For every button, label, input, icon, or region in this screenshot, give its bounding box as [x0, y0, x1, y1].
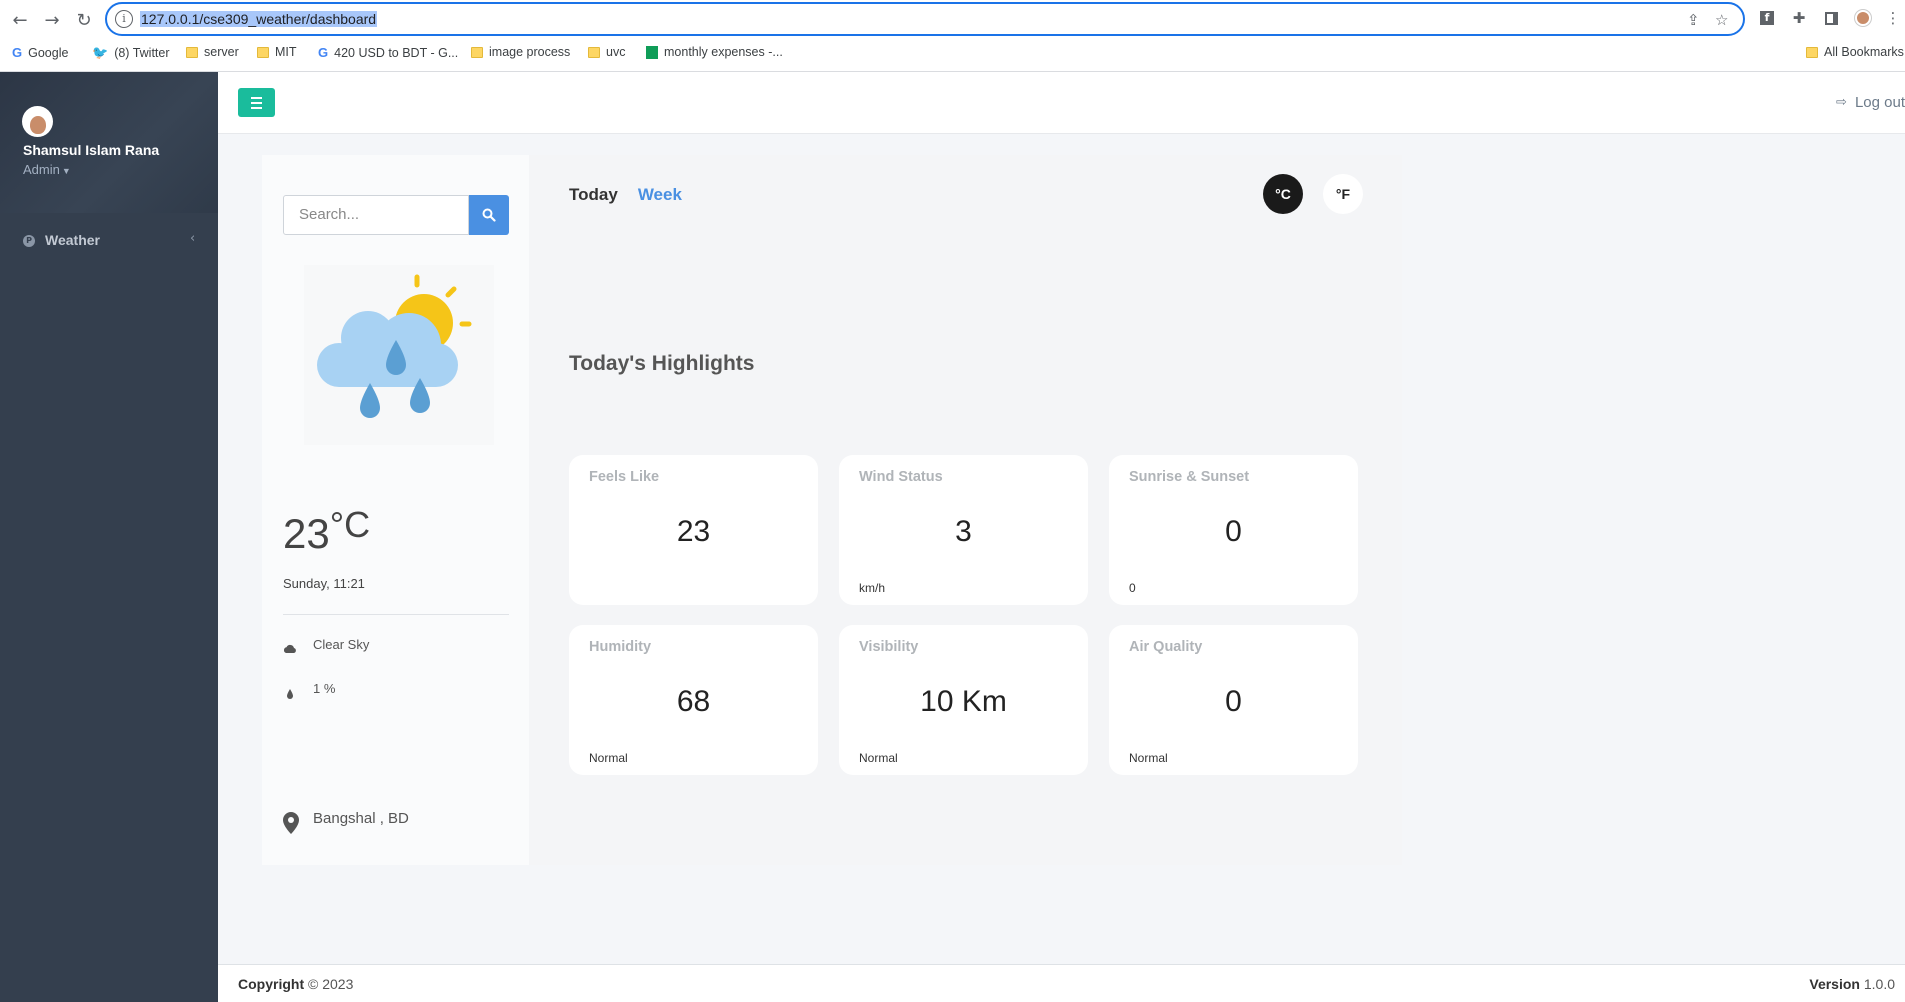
footer: Copyright © 2023 Version 1.0.0	[218, 964, 1905, 1002]
bookmark-twitter[interactable]: 🐦 (8) Twitter	[92, 45, 170, 61]
folder-icon	[471, 46, 483, 58]
side-panel-icon[interactable]	[1822, 9, 1840, 27]
share-icon[interactable]: ⇪	[1687, 11, 1700, 29]
bookmark-uvc[interactable]: uvc	[588, 45, 625, 59]
top-navbar: ⇨ Log out	[218, 72, 1905, 134]
bookmark-image-process[interactable]: image process	[471, 45, 570, 59]
facebook-extension-icon[interactable]: f	[1758, 9, 1776, 27]
back-arrow-icon[interactable]: ←	[8, 8, 32, 32]
bookmark-usd-bdt[interactable]: G 420 USD to BDT - G...	[318, 45, 458, 60]
current-temperature: 23°C	[283, 504, 371, 557]
divider	[283, 614, 509, 615]
folder-icon	[588, 46, 600, 58]
user-panel: Shamsul Islam Rana Admin ▼	[0, 72, 218, 213]
forecast-tabs: Today Week	[569, 185, 682, 205]
tab-week[interactable]: Week	[638, 185, 682, 205]
version: Version 1.0.0	[1809, 976, 1895, 992]
search-button[interactable]	[469, 195, 509, 235]
search-input[interactable]: Search...	[283, 195, 469, 235]
current-weather-panel: Search... 23°C Sunday, 11:21 Clear Sky 1…	[262, 155, 529, 865]
p-circle-icon: P	[23, 235, 35, 247]
bookmark-star-icon[interactable]: ☆	[1715, 11, 1728, 29]
highlights-title: Today's Highlights	[569, 352, 755, 375]
tab-today[interactable]: Today	[569, 185, 618, 205]
google-icon: G	[12, 45, 23, 60]
map-pin-icon	[283, 812, 299, 834]
folder-icon	[1806, 46, 1818, 58]
extensions-puzzle-icon[interactable]: ✚	[1790, 9, 1808, 27]
bookmark-google[interactable]: G Google	[12, 45, 68, 60]
copyright: Copyright © 2023	[238, 976, 354, 992]
raindrop-icon	[287, 689, 293, 699]
bookmark-server[interactable]: server	[186, 45, 239, 59]
highlight-card-air-quality: Air Quality 0 Normal	[1109, 625, 1358, 775]
sidebar: Shamsul Islam Rana Admin ▼ P Weather ‹	[0, 72, 218, 1002]
twitter-icon: 🐦	[92, 45, 109, 60]
highlight-card-humidity: Humidity 68 Normal	[569, 625, 818, 775]
sidebar-item-weather[interactable]: P Weather ‹	[0, 226, 218, 256]
sidebar-item-label: Weather	[45, 232, 100, 248]
bookmark-mit[interactable]: MIT	[257, 45, 297, 59]
address-bar[interactable]: i 127.0.0.1/cse309_weather/dashboard ⇪ ☆	[105, 2, 1745, 36]
chevron-left-icon: ‹	[190, 231, 196, 246]
google-icon: G	[318, 45, 329, 60]
cloud-icon	[283, 644, 296, 653]
fahrenheit-button[interactable]: °F	[1323, 174, 1363, 214]
highlight-card-wind-status: Wind Status 3 km/h	[839, 455, 1088, 605]
site-info-icon[interactable]: i	[115, 10, 133, 28]
highlight-card-feels-like: Feels Like 23	[569, 455, 818, 605]
menu-toggle-button[interactable]	[238, 88, 275, 117]
avatar[interactable]	[22, 106, 53, 137]
highlight-card-visibility: Visibility 10 Km Normal	[839, 625, 1088, 775]
rain-cloud-sun-icon	[304, 265, 494, 445]
reload-icon[interactable]: ↻	[72, 8, 96, 32]
user-role-dropdown[interactable]: Admin ▼	[23, 162, 71, 177]
bookmark-monthly-expenses[interactable]: monthly expenses -...	[646, 45, 783, 59]
current-datetime: Sunday, 11:21	[283, 576, 365, 591]
user-name: Shamsul Islam Rana	[23, 142, 160, 158]
url-text[interactable]: 127.0.0.1/cse309_weather/dashboard	[140, 11, 378, 27]
celsius-button[interactable]: °C	[1263, 174, 1303, 214]
logout-icon: ⇨	[1836, 94, 1847, 109]
browser-chrome: ← → ↻ i 127.0.0.1/cse309_weather/dashboa…	[0, 0, 1905, 72]
logout-link[interactable]: ⇨ Log out	[1836, 94, 1905, 111]
profile-avatar-icon[interactable]	[1854, 9, 1872, 27]
bookmarks-bar: G Google 🐦 (8) Twitter server MIT G 420 USD…	[0, 42, 1905, 66]
weather-card: Search... 23°C Sunday, 11:21 Clear Sky 1…	[262, 155, 1402, 865]
highlight-card-sunrise-sunset: Sunrise & Sunset 0 0	[1109, 455, 1358, 605]
sheets-icon	[646, 45, 658, 59]
all-bookmarks[interactable]: All Bookmarks	[1806, 45, 1904, 59]
browser-menu-icon[interactable]: ⋮	[1884, 9, 1902, 27]
folder-icon	[186, 46, 198, 58]
search-icon	[482, 208, 496, 222]
forward-arrow-icon[interactable]: →	[40, 8, 64, 32]
folder-icon	[257, 46, 269, 58]
caret-down-icon: ▼	[61, 166, 71, 176]
